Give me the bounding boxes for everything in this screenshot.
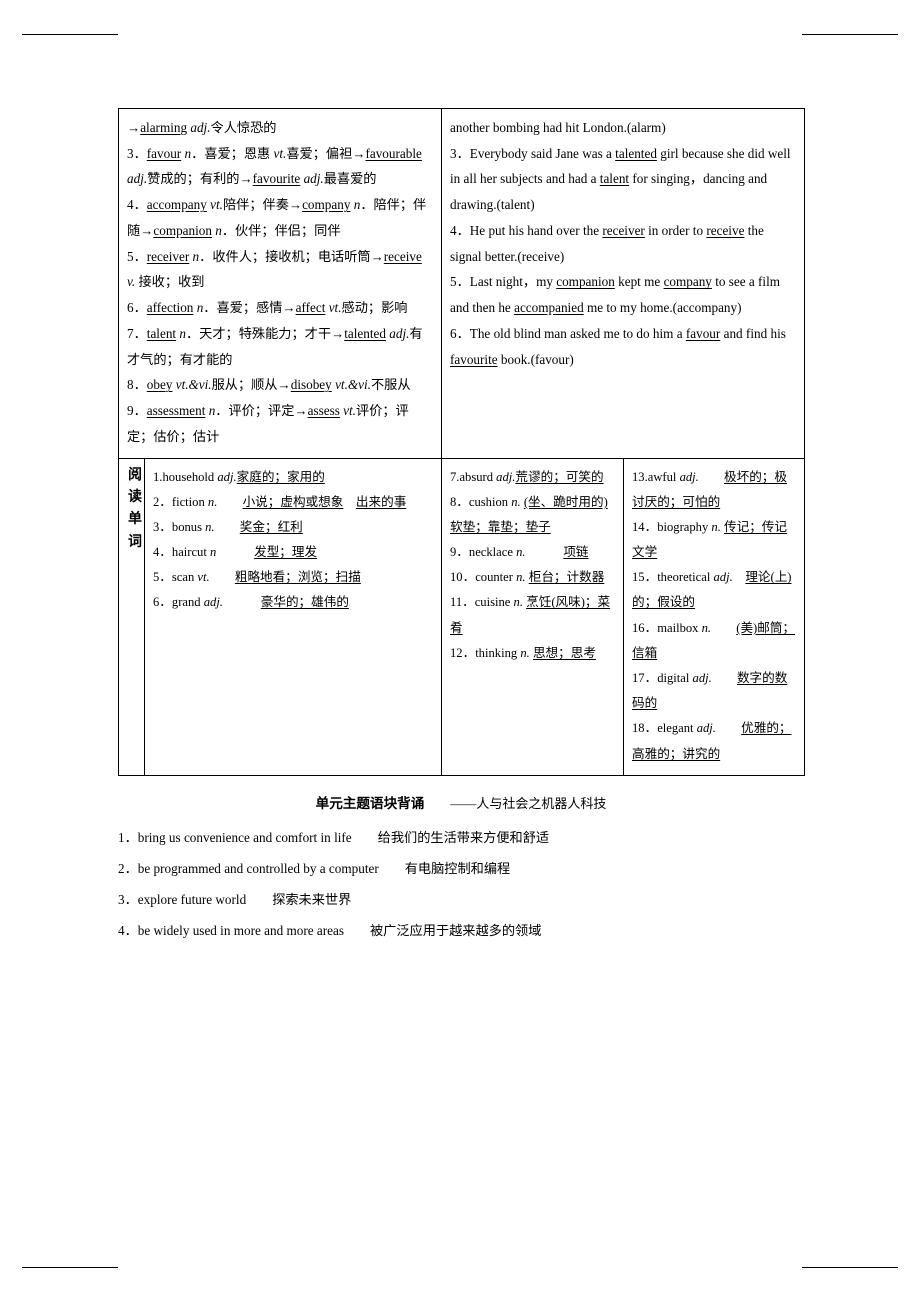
table-row-derivations: →alarming adj.令人惊恐的 3．favour n．喜爱；恩惠 vt.… — [118, 108, 805, 459]
list-item: 1．bring us convenience and comfort in li… — [118, 822, 804, 853]
item-chinese: 给我们的生活带来方便和舒适 — [377, 829, 550, 845]
list-item: →alarming adj.令人惊恐的 — [127, 120, 277, 135]
list-item: 2．fiction n. 小说；虚构或想象 出来的事 — [153, 494, 407, 509]
list-item: 15．theoretical adj. 理论(上)的；假设的 — [632, 570, 792, 610]
item-chinese: 有电脑控制和编程 — [404, 860, 511, 876]
reading-words-col2-list: 7.absurd adj.荒谬的；可笑的 8．cushion n. (坐、跪时用… — [450, 465, 615, 667]
list-item: 1.household adj.家庭的；家用的 — [153, 469, 325, 484]
item-english: bring us convenience and comfort in life — [137, 829, 352, 845]
item-english: be widely used in more and more areas — [137, 922, 344, 938]
list-item: 3．Everybody said Jane was a talented gir… — [450, 145, 791, 213]
corner-rule-bottom-right — [802, 1267, 898, 1268]
list-item: 4．He put his hand over the receiver in o… — [450, 222, 764, 264]
cell-reading-words-col2: 7.absurd adj.荒谬的；可笑的 8．cushion n. (坐、跪时用… — [441, 457, 624, 776]
document-page: →alarming adj.令人惊恐的 3．favour n．喜爱；恩惠 vt.… — [0, 0, 920, 1302]
theme-chunks-list: 1．bring us convenience and comfort in li… — [118, 822, 804, 946]
list-item: 12．thinking n. 思想；思考 — [450, 645, 596, 660]
row-label-text: 阅读单词 — [128, 467, 142, 550]
theme-chunks-section: 单元主题语块背诵 ——人与社会之机器人科技 1．bring us convenie… — [118, 788, 804, 946]
list-item: 7．talent n．天才；特殊能力；才干→talented adj.有才气的；… — [127, 325, 423, 367]
list-item: 5．receiver n．收件人；接收机；电话听筒→receive v. 接收；… — [127, 248, 422, 290]
list-item: 6．The old blind man asked me to do him a… — [450, 325, 786, 367]
list-item: 3．explore future world 探索未来世界 — [118, 884, 804, 915]
cell-derivations-left: →alarming adj.令人惊恐的 3．favour n．喜爱；恩惠 vt.… — [118, 108, 442, 459]
list-item: 8．obey vt.&vi.服从；顺从→disobey vt.&vi.不服从 — [127, 377, 411, 393]
list-item: 6．affection n．喜爱；感情→affect vt.感动；影响 — [127, 300, 408, 316]
list-item: 9．necklace n. 项链 — [450, 545, 589, 560]
item-english: be programmed and controlled by a comput… — [137, 860, 379, 876]
corner-rule-top-right — [802, 34, 898, 35]
list-item: 7.absurd adj.荒谬的；可笑的 — [450, 469, 604, 484]
list-item: 4．accompany vt.陪伴；伴奏→company n．陪伴；伴随→com… — [127, 197, 427, 238]
list-item: 5．Last night，my companion kept me compan… — [450, 274, 781, 316]
list-item: 16．mailbox n. (美)邮筒；信箱 — [632, 620, 796, 660]
list-item: 3．bonus n. 奖金；红利 — [153, 519, 303, 534]
corner-rule-top-left — [22, 34, 118, 35]
item-number: 1． — [118, 829, 138, 845]
list-item: 4．haircut n 发型；理发 — [153, 545, 318, 560]
list-item: 6．grand adj. 豪华的；雄伟的 — [153, 595, 349, 610]
cell-reading-words-col3: 13.awful adj. 极坏的；极讨厌的；可怕的 14．biography … — [623, 457, 805, 776]
row-label-reading-words: 阅读单词 — [118, 457, 145, 776]
list-item: 8．cushion n. (坐、跪时用的)软垫；靠垫；垫子 — [450, 494, 608, 534]
theme-chunks-heading: 单元主题语块背诵 ——人与社会之机器人科技 — [118, 788, 804, 820]
cell-reading-words-col1: 1.household adj.家庭的；家用的 2．fiction n. 小说；… — [144, 457, 442, 776]
list-item: 5．scan vt. 粗略地看；浏览；扫描 — [153, 570, 361, 585]
list-item: 17．digital adj. 数字的数码的 — [632, 671, 788, 711]
derivations-left-list: →alarming adj.令人惊恐的 3．favour n．喜爱；恩惠 vt.… — [127, 115, 433, 450]
list-item: 18．elegant adj. 优雅的；高雅的；讲究的 — [632, 721, 792, 761]
sentences-right-list: another bombing had hit London.(alarm) 3… — [450, 115, 796, 372]
item-number: 2． — [118, 860, 138, 876]
list-item: 4．be widely used in more and more areas 被… — [118, 915, 804, 946]
list-item: another bombing had hit London.(alarm) — [450, 120, 666, 135]
list-item: 3．favour n．喜爱；恩惠 vt.喜爱；偏袒→favourable adj… — [127, 145, 422, 187]
reading-words-col3-list: 13.awful adj. 极坏的；极讨厌的；可怕的 14．biography … — [632, 465, 796, 767]
list-item: 11．cuisine n. 烹饪(风味)；菜肴 — [450, 595, 611, 635]
page-content: →alarming adj.令人惊恐的 3．favour n．喜爱；恩惠 vt.… — [118, 108, 805, 946]
item-english: explore future world — [137, 891, 247, 907]
item-chinese: 被广泛应用于越来越多的领域 — [369, 922, 542, 938]
vocabulary-table: →alarming adj.令人惊恐的 3．favour n．喜爱；恩惠 vt.… — [118, 108, 805, 776]
list-item: 9．assessment n．评价；评定→assess vt.评价；评定；估价；… — [127, 403, 409, 444]
reading-words-col1-list: 1.household adj.家庭的；家用的 2．fiction n. 小说；… — [153, 465, 433, 616]
item-number: 4． — [118, 922, 138, 938]
list-item: 2．be programmed and controlled by a comp… — [118, 853, 804, 884]
list-item: 10．counter n. 柜台；计数器 — [450, 570, 605, 585]
list-item: 13.awful adj. 极坏的；极讨厌的；可怕的 — [632, 469, 787, 509]
corner-rule-bottom-left — [22, 1267, 118, 1268]
theme-chunks-subtitle: ——人与社会之机器人科技 — [450, 795, 607, 811]
item-chinese: 探索未来世界 — [272, 891, 352, 907]
item-number: 3． — [118, 891, 138, 907]
theme-chunks-title: 单元主题语块背诵 — [315, 795, 425, 811]
table-row-reading-words: 阅读单词 1.household adj.家庭的；家用的 2．fiction n… — [118, 457, 805, 776]
list-item: 14．biography n. 传记；传记文学 — [632, 519, 787, 560]
cell-sentences-right: another bombing had hit London.(alarm) 3… — [441, 108, 805, 459]
